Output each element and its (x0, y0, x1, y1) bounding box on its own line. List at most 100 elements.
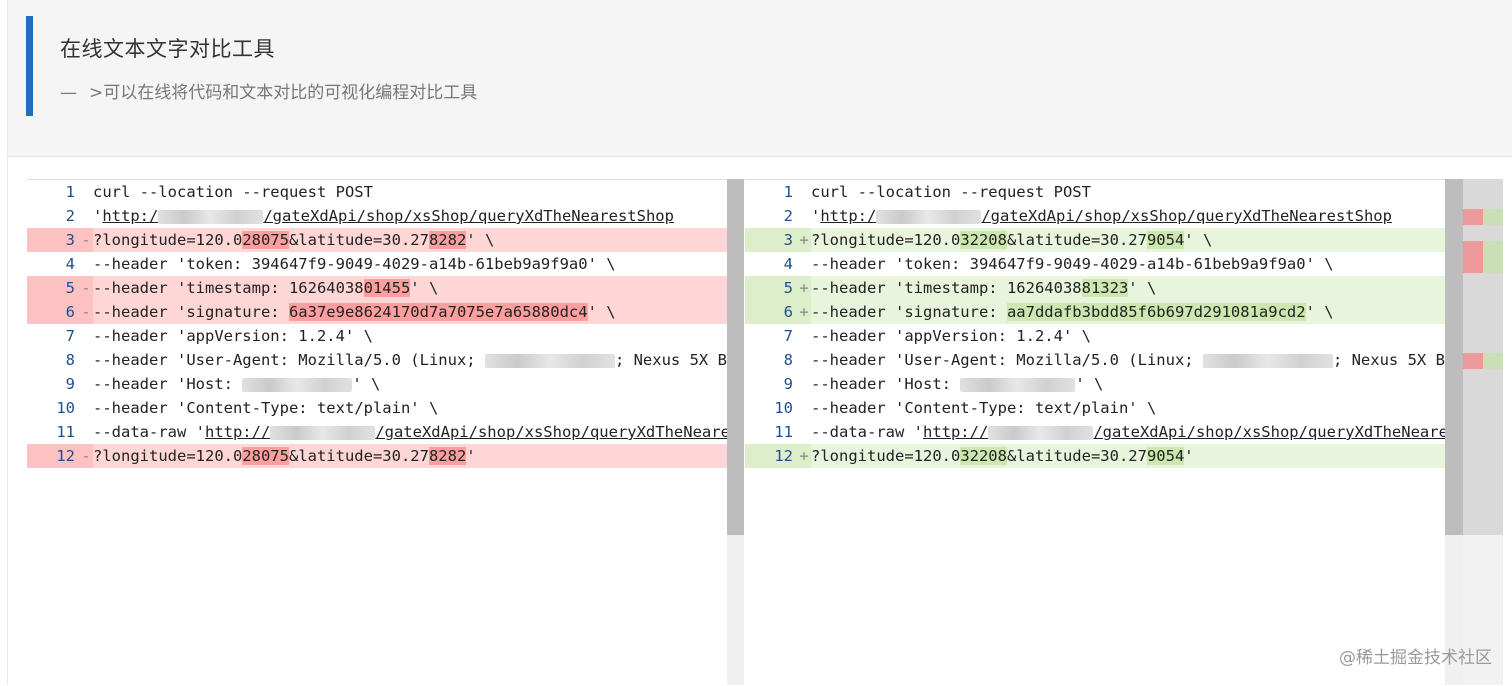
redacted-text (484, 353, 615, 368)
code-text: --header 'User-Agent: Mozilla/5.0 (Linux… (93, 351, 485, 369)
redacted-host (158, 209, 264, 224)
changed-text: 32208 (960, 447, 1007, 465)
diff-line: 1 curl --location --request POST (745, 180, 1445, 204)
line-number: 3 (27, 228, 79, 252)
code-text: ?longitude=120.0 (93, 447, 243, 465)
code-text: curl --location --request POST (93, 183, 373, 201)
diff-line: 10 --header 'Content-Type: text/plain' \ (745, 396, 1445, 420)
overview-change-marker (1463, 241, 1503, 273)
subtitle-text: >可以在线将代码和文本对比的可视化编程对比工具 (89, 83, 478, 103)
line-number: 6 (27, 300, 79, 324)
code-text: ' \ (410, 279, 439, 297)
line-number: 12 (27, 444, 79, 468)
diff-pane-modified[interactable]: 1 curl --location --request POST 2'http:/… (745, 179, 1445, 686)
diff-marker: - (79, 300, 93, 324)
overview-change-marker (1463, 353, 1503, 369)
line-number: 10 (56, 399, 75, 417)
line-number: 8 (65, 351, 75, 369)
code-text: &latitude=30.27 (1006, 447, 1147, 465)
code-url: http:/ /gateXdApi/shop/xsShop/queryXdTheN… (102, 207, 674, 225)
changed-text: 32208 (960, 231, 1007, 249)
code-text: ; Nexus 5X Bu (1332, 351, 1445, 369)
code-text: ; Nexus 5X Bu (614, 351, 737, 369)
changed-text: 81323 (1081, 279, 1129, 297)
code-text: ' \ (1184, 231, 1213, 249)
diff-marker: - (79, 228, 93, 252)
changed-text: 28075 (242, 447, 289, 465)
url-part: /gateXdApi/shop/xsShop/queryXdTheNearest… (263, 207, 674, 225)
url-part: http:// (204, 423, 271, 441)
code-text: --header 'token: 394647f9-9049-4029-a14b… (811, 255, 1334, 273)
url-part: /gateXdApi/shop/xsShop/queryXdTheNeare (1093, 423, 1445, 441)
code-text: ?longitude=120.0 (811, 231, 961, 249)
diff-line: 2 'http:/ /gateXdApi/shop/xsShop/queryXdTh… (745, 204, 1445, 228)
diff-overview-ruler[interactable] (1463, 179, 1503, 535)
code-text: curl --location --request POST (811, 183, 1091, 201)
line-number: 7 (65, 327, 75, 345)
code-text: &latitude=30.27 (288, 231, 429, 249)
line-number: 11 (56, 423, 75, 441)
code-text: --data-raw ' (93, 423, 205, 441)
header-accent-bar (26, 16, 33, 116)
left-scrollbar-track[interactable] (727, 535, 744, 685)
code-text: ' (811, 207, 821, 225)
line-number: 4 (65, 255, 75, 273)
line-number: 6 (745, 300, 797, 324)
url-part: /gateXdApi/shop/xsShop/queryXdTheNeare (375, 423, 730, 441)
diff-line: 9 --header 'Host: ' \ (27, 372, 744, 396)
left-scrollbar-thumb[interactable] (727, 179, 744, 535)
diff-line-added: 5 + --header 'timestamp: 1626403881323' \ (745, 276, 1445, 300)
line-number: 5 (745, 276, 797, 300)
code-text: &latitude=30.27 (288, 447, 429, 465)
url-part: http:// (922, 423, 989, 441)
code-text: ' (466, 447, 476, 465)
line-number: 2 (65, 207, 75, 225)
diff-line: 10 --header 'Content-Type: text/plain' \ (27, 396, 744, 420)
code-text: --header 'token: 394647f9-9049-4029-a14b… (93, 255, 616, 273)
subtitle-dash: — (60, 83, 77, 103)
diff-line: 8 --header 'User-Agent: Mozilla/5.0 (Linu… (745, 348, 1445, 372)
diff-marker: + (797, 444, 811, 468)
code-text: ' \ (1128, 279, 1157, 297)
diff-line: 4 --header 'token: 394647f9-9049-4029-a14… (27, 252, 744, 276)
code-text: ?longitude=120.0 (93, 231, 243, 249)
code-text: --header 'Content-Type: text/plain' \ (93, 399, 439, 417)
redacted-text (1202, 353, 1333, 368)
line-number: 7 (783, 327, 793, 345)
diff-pane-original[interactable]: 1 curl --location --request POST 2'http:/… (27, 179, 744, 686)
diff-line-deleted: 3- ?longitude=120.028075&latitude=30.2782… (27, 228, 744, 252)
line-number: 1 (65, 183, 75, 201)
diff-line-deleted: 6- --header 'signature: 6a37e9e8624170d7a… (27, 300, 744, 324)
code-text: --header 'appVersion: 1.2.4' \ (811, 327, 1091, 345)
diff-line-added: 3 + ?longitude=120.032208&latitude=30.2790… (745, 228, 1445, 252)
changed-text: 01455 (363, 279, 411, 297)
redacted-host (242, 377, 353, 392)
code-text: --header 'User-Agent: Mozilla/5.0 (Linux… (811, 351, 1203, 369)
code-url: http:/ /gateXdApi/shop/xsShop/queryXdTheN… (820, 207, 1392, 225)
diff-line: 4 --header 'token: 394647f9-9049-4029-a14… (745, 252, 1445, 276)
diff-line-added: 6 + --header 'signature: aa7ddafb3bdd85f6b… (745, 300, 1445, 324)
code-text: ' \ (352, 375, 381, 393)
diff-line-deleted: 12- ?longitude=120.028075&latitude=30.278… (27, 444, 744, 468)
page-title: 在线文本文字对比工具 (60, 37, 275, 61)
line-number: 2 (783, 207, 793, 225)
code-text: ' \ (587, 303, 616, 321)
diff-line: 2 'http:/ /gateXdApi/shop/xsShop/queryXdTh… (27, 204, 744, 228)
changed-text: aa7ddafb3bdd85f6b697d291081a9cd2 (1006, 303, 1306, 321)
code-text: ' \ (1075, 375, 1104, 393)
code-text: --header 'Content-Type: text/plain' \ (811, 399, 1157, 417)
redacted-host (270, 425, 376, 440)
diff-line: 11 --data-raw 'http:// /gateXdApi/shop/xsS… (27, 420, 744, 444)
code-text: ' \ (1305, 303, 1334, 321)
code-text: --header 'Host: (93, 375, 243, 393)
changed-text: 8282 (428, 447, 467, 465)
line-number: 9 (65, 375, 75, 393)
line-number: 5 (27, 276, 79, 300)
changed-text: 9054 (1146, 231, 1185, 249)
changed-text: 9054 (1146, 447, 1185, 465)
code-text: --header 'signature: (811, 303, 1007, 321)
code-text: ' (93, 207, 103, 225)
overview-change-marker (1463, 209, 1503, 225)
right-scrollbar-thumb[interactable] (1445, 179, 1463, 535)
code-text: --header 'timestamp: 16264038 (811, 279, 1082, 297)
